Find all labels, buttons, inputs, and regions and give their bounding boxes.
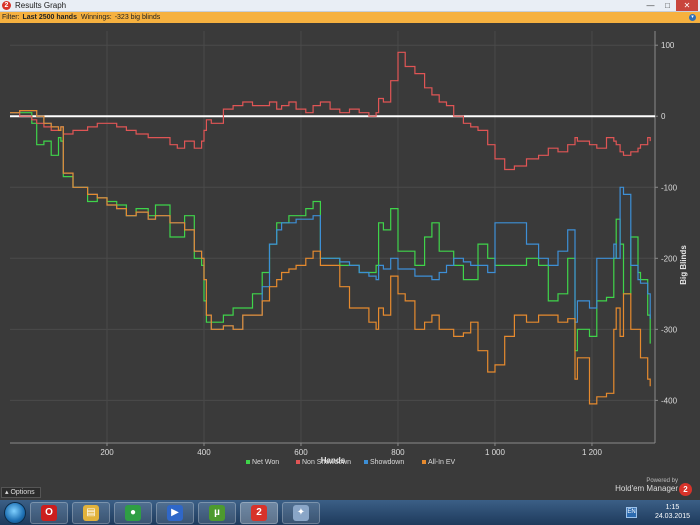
hm-logo-icon: 2 <box>679 483 692 496</box>
x-tick-label-2: 600 <box>294 448 308 457</box>
taskbar-items: O ▤ ● ▶ µ 2 ✦ <box>26 501 320 524</box>
clock-time: 1:15 <box>665 504 680 511</box>
taskbar-file-explorer-button[interactable]: ▤ <box>72 501 110 524</box>
legend-swatch-2 <box>364 460 368 464</box>
taskbar-holdem-manager-button[interactable]: 2 <box>240 501 278 524</box>
chart-svg: 200 400 600 800 1 000 1 200 1000-100-200-300-… <box>10 31 688 466</box>
media-icon: ▶ <box>167 504 183 521</box>
title-bar: 2 Results Graph — □ ✕ <box>0 0 700 12</box>
x-tick-label-3: 800 <box>391 448 405 457</box>
legend-label-3: All-In EV <box>428 459 456 466</box>
y-tick-label-3: -200 <box>661 254 678 263</box>
filter-bar[interactable]: Filter: Last 2500 hands Winnings: -323 b… <box>0 12 700 23</box>
filter-value: Last 2500 hands <box>22 14 77 21</box>
y-tick-label-0: 100 <box>661 41 675 50</box>
legend-swatch-3 <box>422 460 426 464</box>
winnings-label: Winnings: <box>80 14 112 21</box>
chevron-up-icon: ▴ <box>5 489 9 496</box>
system-tray: EN 1:15 24.03.2015 <box>626 502 696 523</box>
utorrent-icon: µ <box>209 504 225 521</box>
clock-date: 24.03.2015 <box>654 513 690 520</box>
legend-label-2: Showdown <box>370 459 404 466</box>
start-button[interactable] <box>4 501 26 524</box>
options-button[interactable]: ▴ Options <box>1 487 41 498</box>
x-tick-label-0: 200 <box>100 448 114 457</box>
powered-by: Powered by Hold'em Manager <box>615 478 678 493</box>
file-explorer-icon: ▤ <box>83 504 99 521</box>
chevron-down-icon[interactable]: ▾ <box>689 14 696 21</box>
window-title: Results Graph <box>15 1 67 10</box>
maximize-button[interactable]: □ <box>659 0 676 11</box>
y-tick-labels: 100 0 -100 -200 -300 -400 <box>655 41 678 405</box>
legend-swatch-0 <box>246 460 250 464</box>
x-tick-labels: 200 400 600 800 1 000 1 200 <box>100 443 603 457</box>
y-tick-label-1: 0 <box>661 112 666 121</box>
chart-legend: Net Won Non Showdown Showdown All-In EV <box>246 459 456 466</box>
filter-label: Filter: <box>2 14 20 21</box>
language-indicator[interactable]: EN <box>626 507 637 518</box>
bottom-strip: ▴ Options Powered by Hold'em Manager 2 <box>0 478 700 500</box>
app-icon: 2 <box>2 1 11 10</box>
options-label: Options <box>10 489 35 496</box>
taskbar-opera-button[interactable]: O <box>30 501 68 524</box>
results-graph-window: 2 Results Graph — □ ✕ Filter: Last 2500 … <box>0 0 700 525</box>
results-chart: 200 400 600 800 1 000 1 200 100 0 -100 -200 -300-… <box>0 23 700 485</box>
product-name: Hold'em Manager <box>615 484 678 493</box>
x-tick-label-5: 1 200 <box>582 448 603 457</box>
legend-label-0: Net Won <box>252 459 279 466</box>
minimize-button[interactable]: — <box>642 0 659 11</box>
y-tick-label-5: -400 <box>661 396 678 405</box>
windows-taskbar: O ▤ ● ▶ µ 2 ✦ EN 1:15 24.03.2015 <box>0 500 700 525</box>
taskbar-media-button[interactable]: ▶ <box>156 501 194 524</box>
y-axis-label: Big Blinds <box>679 245 688 285</box>
close-button[interactable]: ✕ <box>676 0 698 11</box>
window-controls: — □ ✕ <box>642 0 698 11</box>
misc-app-icon: ✦ <box>293 504 309 521</box>
opera-icon: O <box>41 504 57 521</box>
y-tick-label-2: -100 <box>661 183 678 192</box>
legend-swatch-1 <box>296 460 300 464</box>
taskbar-utorrent-button[interactable]: µ <box>198 501 236 524</box>
x-tick-label-4: 1 000 <box>485 448 506 457</box>
x-tick-label-1: 400 <box>197 448 211 457</box>
chrome-icon: ● <box>125 504 141 521</box>
y-tick-label-4: -300 <box>661 325 678 334</box>
legend-label-1: Non Showdown <box>302 459 351 466</box>
winnings-value: -323 big blinds <box>114 14 161 21</box>
holdem-manager-icon: 2 <box>251 504 267 521</box>
clock[interactable]: 1:15 24.03.2015 <box>655 503 690 521</box>
taskbar-chrome-button[interactable]: ● <box>114 501 152 524</box>
taskbar-misc-app-button[interactable]: ✦ <box>282 501 320 524</box>
